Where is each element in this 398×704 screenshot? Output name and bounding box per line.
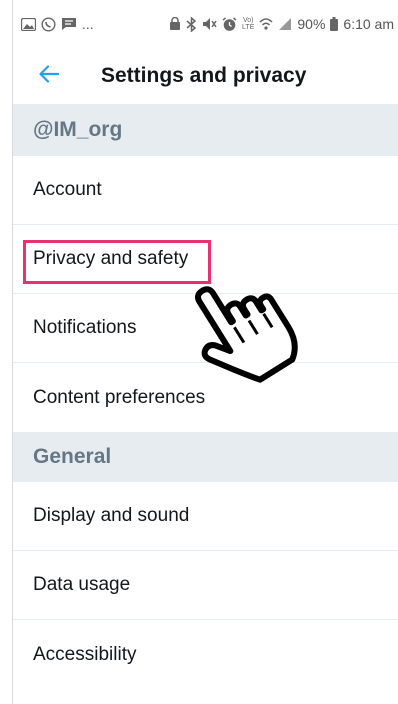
menu-item-label: Account xyxy=(33,179,102,200)
page-title: Settings and privacy xyxy=(101,64,307,87)
menu-item-accessibility[interactable]: Accessibility xyxy=(13,620,398,689)
lock-notification-icon xyxy=(169,17,181,31)
menu-item-content-preferences[interactable]: Content preferences xyxy=(13,363,398,432)
whatsapp-icon xyxy=(41,16,56,32)
battery-icon xyxy=(330,17,339,31)
gallery-icon xyxy=(21,17,36,31)
menu-item-label: Privacy and safety xyxy=(33,248,189,269)
battery-percent: 90% xyxy=(297,16,326,32)
alarm-icon xyxy=(222,16,237,32)
menu-item-notifications[interactable]: Notifications xyxy=(13,294,398,363)
cell-signal-icon xyxy=(278,17,292,31)
section-header-general: General xyxy=(13,432,398,482)
menu-item-privacy-and-safety[interactable]: Privacy and safety xyxy=(13,225,398,294)
back-button[interactable] xyxy=(33,60,65,92)
section-header-account: @IM_org xyxy=(13,104,398,156)
phone-screen: ... Vo) LTE 90% 6:10 am Settings and pri… xyxy=(12,0,398,704)
menu-item-label: Data usage xyxy=(33,574,131,595)
wifi-icon xyxy=(259,17,273,31)
message-icon xyxy=(61,17,77,31)
status-time: 6:10 am xyxy=(343,16,394,32)
menu-item-label: Content preferences xyxy=(33,386,206,408)
mute-icon xyxy=(202,17,217,31)
status-bar-left: ... xyxy=(21,16,94,32)
menu-item-data-usage[interactable]: Data usage xyxy=(13,551,398,620)
bluetooth-icon xyxy=(186,16,197,32)
status-bar-right: Vo) LTE 90% 6:10 am xyxy=(169,16,394,32)
menu-item-label: Display and sound xyxy=(33,505,190,526)
status-bar: ... Vo) LTE 90% 6:10 am xyxy=(13,0,398,48)
menu-item-account[interactable]: Account xyxy=(13,156,398,225)
menu-item-label: Accessibility xyxy=(33,643,137,665)
menu-item-label: Notifications xyxy=(33,317,137,338)
app-header: Settings and privacy xyxy=(13,48,398,104)
more-notifications: ... xyxy=(82,16,94,32)
lte-label: LTE xyxy=(242,24,255,31)
volte-indicator: Vo) LTE xyxy=(242,17,255,31)
back-arrow-icon xyxy=(39,64,60,88)
menu-item-display-and-sound[interactable]: Display and sound xyxy=(13,482,398,551)
